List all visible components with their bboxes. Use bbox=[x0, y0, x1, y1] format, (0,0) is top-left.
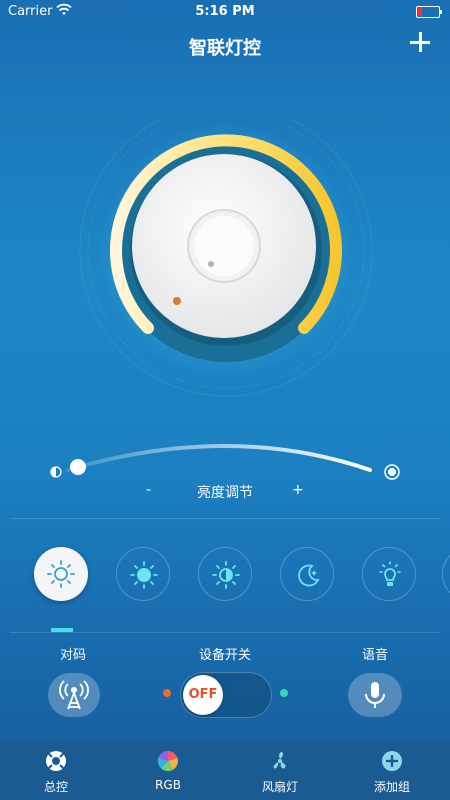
mode-row bbox=[34, 547, 450, 607]
dial-position-marker bbox=[173, 297, 181, 305]
battery-icon bbox=[416, 6, 442, 18]
color-temp-dial[interactable] bbox=[76, 103, 376, 400]
brightness-label: 亮度调节 bbox=[197, 485, 253, 501]
tab-bar: 总控 RGB 风扇灯 添加组 bbox=[0, 740, 450, 800]
voice-button[interactable] bbox=[348, 673, 402, 717]
mode-sun-full[interactable] bbox=[116, 547, 170, 601]
sun-half-icon bbox=[212, 561, 240, 589]
microphone-icon bbox=[365, 682, 385, 708]
brightness-plus-button[interactable]: + bbox=[292, 482, 304, 498]
tab-label: 风扇灯 bbox=[261, 780, 298, 794]
power-switch-knob[interactable]: OFF bbox=[183, 675, 223, 715]
dial-graphic[interactable] bbox=[76, 103, 376, 400]
brightness-thumb bbox=[70, 459, 86, 475]
sun-full-icon bbox=[130, 561, 158, 589]
pair-button[interactable] bbox=[48, 673, 100, 717]
mode-sun-half[interactable] bbox=[198, 547, 252, 601]
divider bbox=[10, 518, 440, 519]
sun-outline-icon bbox=[47, 560, 75, 588]
add-group-icon bbox=[382, 751, 402, 771]
brightness-high-icon bbox=[384, 464, 400, 480]
voice-label: 语音 bbox=[362, 648, 389, 663]
tab-rgb[interactable]: RGB bbox=[112, 740, 224, 800]
divider bbox=[10, 632, 440, 633]
fan-icon bbox=[273, 751, 286, 769]
tab-main-control[interactable]: 总控 bbox=[0, 740, 112, 800]
mode-sun-outline[interactable] bbox=[34, 547, 88, 601]
status-bar: Carrier 5:16 PM bbox=[0, 0, 450, 24]
power-switch[interactable]: OFF bbox=[180, 672, 272, 718]
moon-star-icon bbox=[298, 564, 320, 587]
control-icon bbox=[46, 751, 66, 771]
app-screen: Carrier 5:16 PM 智联灯控 - 亮度调节 + 对码 设备开关 语音… bbox=[0, 0, 450, 800]
signal-tower-icon bbox=[59, 680, 89, 710]
mode-night[interactable] bbox=[280, 547, 334, 601]
page-title: 智联灯控 bbox=[189, 38, 261, 59]
plus-icon[interactable] bbox=[408, 30, 432, 54]
brightness-row: - 亮度调节 + bbox=[0, 482, 450, 502]
on-indicator-dot bbox=[280, 689, 288, 697]
off-indicator-dot bbox=[163, 689, 171, 697]
status-time: 5:16 PM bbox=[195, 4, 255, 19]
rgb-wheel-icon bbox=[157, 750, 178, 772]
brightness-low-icon bbox=[50, 466, 62, 478]
mode-bulb[interactable] bbox=[362, 547, 416, 601]
tab-label: RGB bbox=[155, 778, 181, 792]
tab-add-group[interactable]: 添加组 bbox=[336, 740, 448, 800]
brightness-slider[interactable] bbox=[40, 430, 410, 490]
tab-fan-light[interactable]: 风扇灯 bbox=[224, 740, 336, 800]
tab-label: 总控 bbox=[43, 780, 68, 794]
mode-more[interactable] bbox=[442, 547, 450, 601]
bulb-icon bbox=[379, 561, 401, 586]
tab-label: 添加组 bbox=[373, 780, 410, 794]
